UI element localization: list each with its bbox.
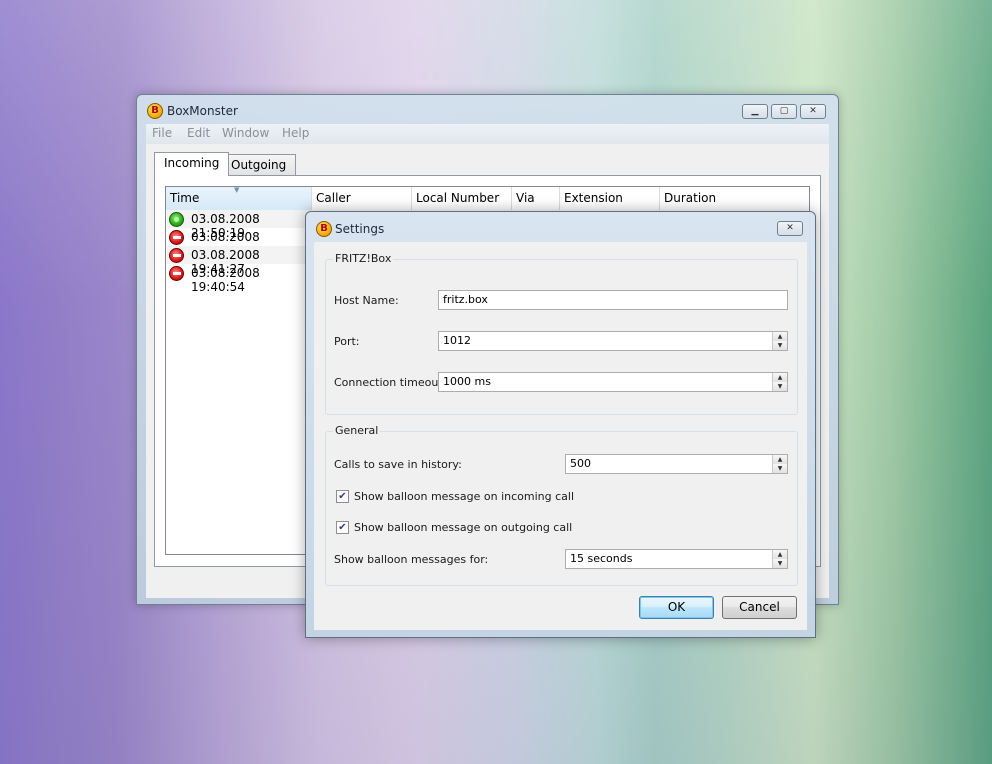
spin-up-icon[interactable]: ▲: [773, 455, 787, 464]
minimize-button[interactable]: ▁: [742, 104, 768, 119]
host-name-input[interactable]: fritz.box: [438, 290, 788, 310]
balloon-incoming-label: Show balloon message on incoming call: [354, 490, 574, 503]
call-time: 03.08.2008 19:40:54: [191, 266, 260, 294]
column-header-local-number[interactable]: Local Number: [412, 187, 512, 210]
table-row[interactable]: 03.08.2008 19:40:54: [167, 264, 311, 294]
history-label: Calls to save in history:: [334, 458, 462, 471]
app-logo-icon: B: [147, 103, 163, 119]
spin-down-icon[interactable]: ▼: [773, 341, 787, 350]
main-titlebar[interactable]: B BoxMonster ▁ ▢ ✕: [137, 95, 838, 125]
balloon-incoming-checkbox[interactable]: ✔: [336, 490, 349, 503]
menu-window[interactable]: Window: [222, 126, 269, 140]
balloon-outgoing-label: Show balloon message on outgoing call: [354, 521, 573, 534]
column-header-extension[interactable]: Extension: [560, 187, 660, 210]
close-button[interactable]: ✕: [800, 104, 826, 119]
answered-call-icon: [169, 212, 184, 227]
balloon-duration-label: Show balloon messages for:: [334, 553, 489, 566]
settings-client-area: FRITZ!Box Host Name: fritz.box Port: 101…: [314, 242, 807, 630]
history-spin-buttons[interactable]: ▲ ▼: [772, 455, 787, 473]
column-header-duration[interactable]: Duration: [660, 187, 809, 210]
timeout-stepper[interactable]: 1000 ms ▲ ▼: [438, 372, 788, 392]
tab-incoming[interactable]: Incoming: [154, 152, 230, 176]
timeout-spin-buttons[interactable]: ▲ ▼: [772, 373, 787, 391]
tab-outgoing[interactable]: Outgoing: [221, 154, 297, 176]
history-stepper[interactable]: 500 ▲ ▼: [565, 454, 788, 474]
cancel-button[interactable]: Cancel: [722, 596, 797, 619]
menu-edit[interactable]: Edit: [187, 126, 210, 140]
missed-call-icon: [169, 248, 184, 263]
table-row[interactable]: 03.08.2008 19:45:44: [167, 228, 311, 258]
table-row[interactable]: 03.08.2008 21:50:19: [167, 210, 311, 240]
port-label: Port:: [334, 335, 360, 348]
spin-up-icon[interactable]: ▲: [773, 332, 787, 341]
missed-call-icon: [169, 266, 184, 281]
spin-down-icon[interactable]: ▼: [773, 559, 787, 568]
spin-up-icon[interactable]: ▲: [773, 550, 787, 559]
port-spin-buttons[interactable]: ▲ ▼: [772, 332, 787, 350]
column-header-label: Time: [170, 191, 200, 205]
column-header-via[interactable]: Via: [512, 187, 560, 210]
spin-up-icon[interactable]: ▲: [773, 373, 787, 382]
missed-call-icon: [169, 230, 184, 245]
table-row[interactable]: 03.08.2008 19:41:27: [167, 246, 311, 276]
menu-help[interactable]: Help: [282, 126, 309, 140]
balloon-duration-stepper[interactable]: 15 seconds ▲ ▼: [565, 549, 788, 569]
group-title: FRITZ!Box: [333, 252, 394, 265]
settings-dialog: B Settings ✕ FRITZ!Box Host Name: fritz.…: [305, 211, 816, 638]
spin-down-icon[interactable]: ▼: [773, 382, 787, 391]
sort-arrow-icon: ▼: [234, 186, 240, 194]
balloon-outgoing-checkbox[interactable]: ✔: [336, 521, 349, 534]
dialog-title: Settings: [335, 222, 385, 236]
balloon-duration-value: 15 seconds: [570, 552, 633, 565]
menu-bar: File Edit Window Help: [146, 124, 829, 144]
fritzbox-group: FRITZ!Box Host Name: fritz.box Port: 101…: [325, 252, 798, 415]
ok-button[interactable]: OK: [639, 596, 714, 619]
menu-file[interactable]: File: [152, 126, 172, 140]
timeout-label: Connection timeout:: [334, 376, 447, 389]
window-title: BoxMonster: [167, 104, 238, 118]
app-logo-icon: B: [316, 221, 332, 237]
spin-down-icon[interactable]: ▼: [773, 464, 787, 473]
group-title: General: [333, 424, 381, 437]
history-value: 500: [570, 457, 591, 470]
dialog-close-button[interactable]: ✕: [777, 221, 803, 236]
maximize-button[interactable]: ▢: [771, 104, 797, 119]
timeout-value: 1000 ms: [443, 375, 491, 388]
column-header-caller[interactable]: Caller: [312, 187, 412, 210]
duration-spin-buttons[interactable]: ▲ ▼: [772, 550, 787, 568]
column-header-time[interactable]: ▼ Time: [166, 186, 312, 210]
port-stepper[interactable]: 1012 ▲ ▼: [438, 331, 788, 351]
port-value: 1012: [443, 334, 471, 347]
host-name-label: Host Name:: [334, 294, 399, 307]
general-group: General Calls to save in history: 500 ▲ ▼…: [325, 424, 798, 586]
